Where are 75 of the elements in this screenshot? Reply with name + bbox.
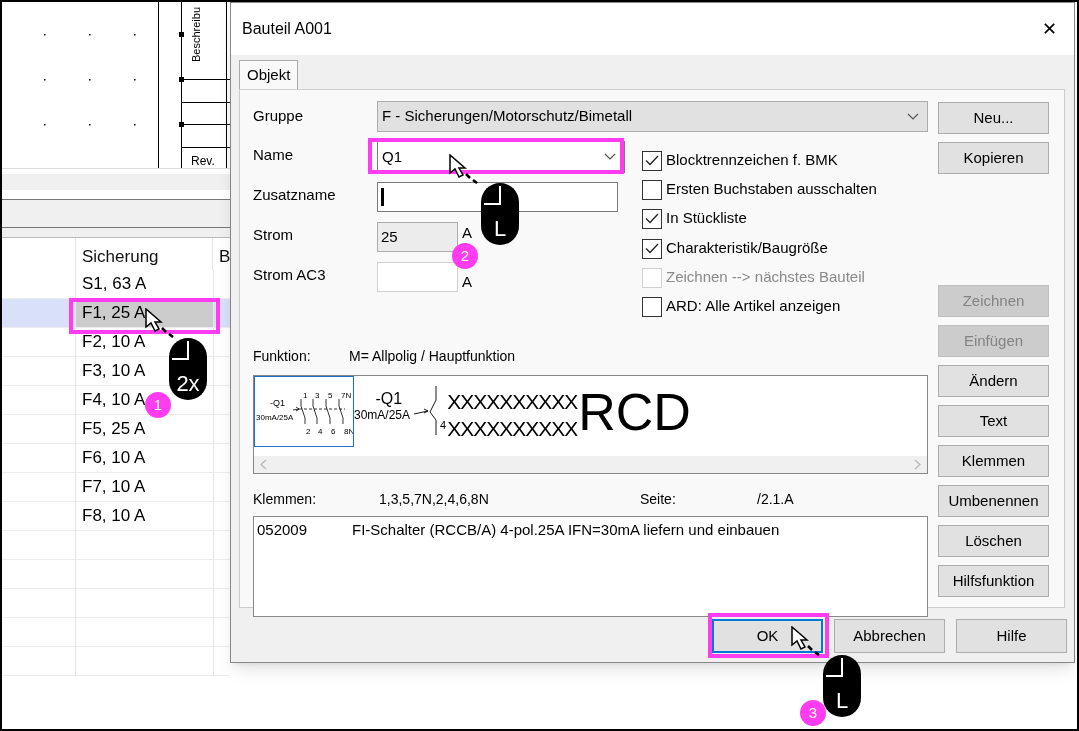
field-label: Klemmen: xyxy=(253,489,318,509)
terminal-number: 4 xyxy=(318,427,323,436)
dropdown-value: F - Sicherungen/Motorschutz/Bimetall xyxy=(382,106,633,127)
checkbox[interactable] xyxy=(642,179,662,200)
terminal-number: 1 xyxy=(303,391,308,400)
checkbox-label: Charakteristik/Baugröße xyxy=(666,238,828,259)
group-dropdown[interactable]: F - Sicherungen/Motorschutz/Bimetall xyxy=(377,101,928,132)
terminal-number: 2 xyxy=(306,427,311,436)
table-row[interactable]: F5, 25 A xyxy=(2,415,230,444)
chevron-down-icon xyxy=(907,112,919,121)
thumbnail-label: -Q1 xyxy=(270,398,285,408)
table-row[interactable]: F7, 10 A xyxy=(2,473,230,502)
step-badge: 3 xyxy=(800,700,826,726)
field-label: Funktion: xyxy=(253,346,312,366)
terminal-number: 4 xyxy=(440,417,447,433)
mouse-icon xyxy=(822,654,862,718)
dialog-button[interactable]: Text xyxy=(938,405,1049,437)
dialog-button[interactable]: Kopieren xyxy=(938,142,1049,174)
checkbox-label: Blocktrennzeichen f. BMK xyxy=(666,150,838,171)
close-button[interactable]: ✕ xyxy=(1034,14,1064,44)
dialog-button[interactable]: Klemmen xyxy=(938,445,1049,477)
field-label: Name xyxy=(253,145,294,165)
switch-symbol-icon xyxy=(413,386,440,436)
checkbox[interactable] xyxy=(642,238,662,259)
checkbox-label: Ersten Buchstaben ausschalten xyxy=(666,179,877,200)
dialog-button[interactable]: Ändern xyxy=(938,365,1049,397)
dialog-button[interactable]: Löschen xyxy=(938,525,1049,557)
terminal-number: 7N xyxy=(341,391,352,400)
field-label: Strom AC3 xyxy=(253,265,327,285)
rating-label: 30mA/25A xyxy=(354,408,411,422)
table-row[interactable]: F8, 10 A xyxy=(2,502,230,531)
checkbox-label: In Stückliste xyxy=(666,208,747,229)
revision-label: Rev. xyxy=(191,154,215,168)
article-description: FI-Schalter (RCCB/A) 4-pol.25A IFN=30mA liefern und einbauen xyxy=(352,520,780,540)
field-label: Gruppe xyxy=(253,106,305,127)
dialog-button[interactable]: Hilfsfunktion xyxy=(938,565,1049,597)
checkbox[interactable] xyxy=(642,296,662,317)
terminal-number: 3 xyxy=(315,391,320,400)
terminal-number: 8N xyxy=(344,427,353,436)
checkbox-label: ARD: Alle Artikel anzeigen xyxy=(666,296,841,317)
dialog-title: Bauteil A001 xyxy=(242,19,332,39)
checkbox[interactable] xyxy=(642,150,662,171)
field-label: Zusatzname xyxy=(253,185,337,205)
checkbox[interactable] xyxy=(642,208,662,229)
page-value: /2.1.A xyxy=(757,489,794,509)
article-list[interactable]: 052009 FI-Schalter (RCCB/A) 4-pol.25A IFN=30mA liefern und einbauen xyxy=(253,516,928,617)
terminal-number: 6 xyxy=(331,427,336,436)
article-number: 052009 xyxy=(257,520,309,540)
click-label: L xyxy=(834,689,850,713)
function-value: M= Allpolig / Hauptfunktion xyxy=(349,346,516,366)
terminal-number: 5 xyxy=(328,391,333,400)
dialog-button[interactable]: Umbenennen xyxy=(938,485,1049,517)
unit-label: A xyxy=(462,271,472,292)
dialog-button[interactable]: OK xyxy=(712,619,823,653)
input-field[interactable] xyxy=(377,262,458,292)
type-label: RCD xyxy=(578,386,691,438)
placeholder-text: XXXXXXXXXX xyxy=(447,389,578,413)
chevron-down-icon xyxy=(604,153,616,161)
table-row[interactable]: S1, 63 A xyxy=(2,270,230,299)
field-label: Seite: xyxy=(640,489,677,509)
dialog-button[interactable]: Hilfe xyxy=(956,619,1067,653)
table-row[interactable]: F6, 10 A xyxy=(2,444,230,473)
dialog-button[interactable]: Abbrechen xyxy=(834,619,945,653)
terminals-value: 1,3,5,7N,2,4,6,8N xyxy=(379,489,490,509)
checkbox-label: Zeichnen --> nächstes Bauteil xyxy=(666,267,865,288)
dialog-button[interactable]: Neu... xyxy=(938,102,1049,134)
unit-label: A xyxy=(462,223,472,243)
symbol-label: -Q1 xyxy=(375,390,403,408)
thumbnail-rating: 30mA/25A xyxy=(256,413,294,422)
click-label: L xyxy=(492,217,508,241)
vertical-label: Beschreibu xyxy=(190,6,202,62)
dropdown-value: Q1 xyxy=(382,146,402,167)
placeholder-text: XXXXXXXXXX xyxy=(447,417,578,442)
tab[interactable]: Objekt xyxy=(239,60,299,89)
field-label: Strom xyxy=(253,225,294,245)
